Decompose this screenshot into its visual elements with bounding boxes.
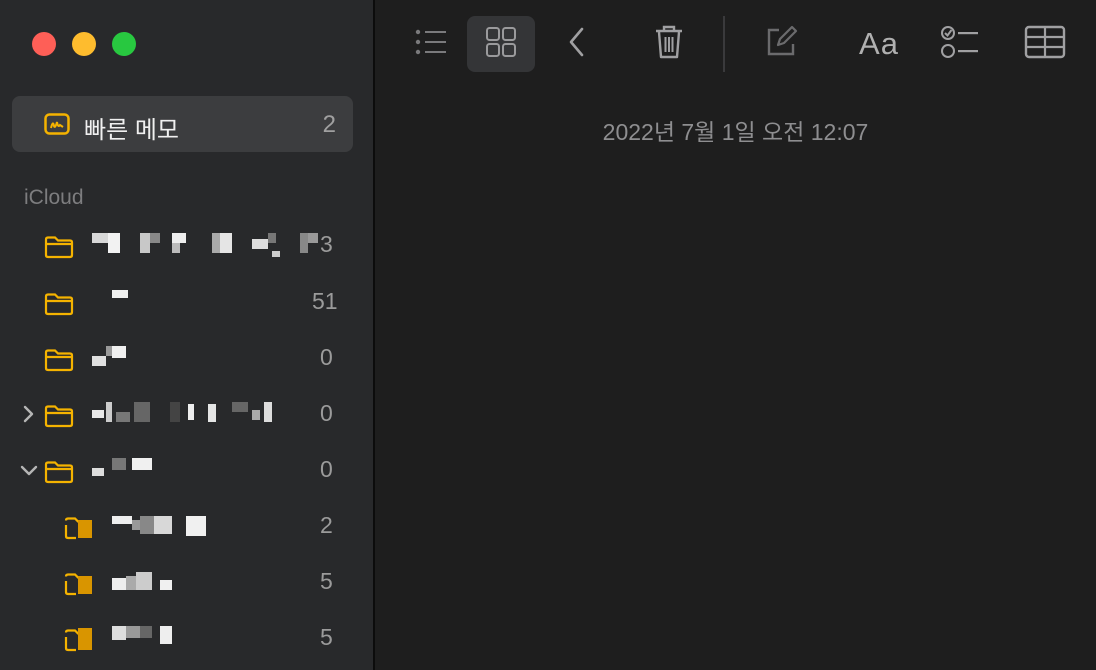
folder-count: 3	[320, 231, 333, 257]
folder-count: 0	[320, 400, 333, 426]
folder-count: 0	[320, 344, 333, 370]
folder-count: 51	[312, 288, 338, 314]
shared-folder-icon	[64, 572, 94, 601]
gallery-view-button[interactable]	[467, 16, 535, 72]
folder-row[interactable]: 0	[0, 450, 373, 490]
folder-row[interactable]: 51	[0, 282, 373, 322]
folder-row[interactable]: 0	[0, 338, 373, 378]
folder-icon	[44, 235, 74, 264]
folder-icon	[44, 404, 74, 433]
checklist-icon	[940, 24, 982, 65]
folder-count: 5	[320, 568, 333, 594]
subfolder-row[interactable]: 5	[0, 618, 373, 658]
folder-name-redacted	[112, 626, 176, 646]
format-button[interactable]: Aa	[851, 16, 907, 72]
checklist-button[interactable]	[937, 16, 985, 72]
compose-icon	[763, 24, 799, 65]
folder-name-redacted	[112, 514, 212, 536]
back-button[interactable]	[555, 16, 599, 72]
minimize-window-button[interactable]	[72, 32, 96, 56]
sidebar-item-quick-notes[interactable]: 빠른 메모 2	[12, 96, 353, 152]
chevron-right-icon[interactable]	[18, 402, 40, 431]
quick-notes-label: 빠른 메모	[84, 117, 179, 144]
shared-folder-icon	[64, 516, 94, 545]
trash-icon	[652, 23, 686, 66]
subfolder-row[interactable]: 2	[0, 506, 373, 546]
toolbar-separator	[723, 16, 725, 72]
folder-count: 2	[320, 512, 333, 538]
gallery-view-icon	[484, 25, 518, 64]
shared-folder-icon	[64, 628, 94, 657]
folder-name-redacted	[112, 290, 132, 310]
chevron-down-icon[interactable]	[18, 458, 40, 487]
folder-name-redacted	[92, 458, 156, 478]
folder-count: 5	[320, 624, 333, 650]
toolbar: Aa	[375, 0, 1096, 86]
list-view-icon	[412, 27, 452, 62]
table-icon	[1024, 25, 1066, 64]
folder-icon	[44, 348, 74, 377]
subfolder-row[interactable]: 5	[0, 562, 373, 602]
list-view-button[interactable]	[405, 16, 459, 72]
folder-name-redacted	[92, 346, 132, 366]
zoom-window-button[interactable]	[112, 32, 136, 56]
close-window-button[interactable]	[32, 32, 56, 56]
back-icon	[565, 25, 589, 64]
folder-count: 0	[320, 456, 333, 482]
folder-row[interactable]: 0	[0, 394, 373, 434]
folder-row[interactable]: 3	[0, 225, 373, 265]
sidebar: 빠른 메모 2 iCloud 3 51 0 0 0 2 5 5	[0, 0, 375, 670]
folder-icon	[44, 292, 74, 321]
table-button[interactable]	[1021, 16, 1069, 72]
note-timestamp: 2022년 7월 1일 오전 12:07	[602, 119, 869, 145]
compose-button[interactable]	[757, 16, 805, 72]
folder-name-redacted	[112, 570, 176, 590]
icloud-section-label: iCloud	[24, 186, 84, 209]
folder-icon	[44, 460, 74, 489]
folder-name-redacted	[92, 402, 282, 422]
quick-notes-count: 2	[322, 111, 336, 138]
quick-note-icon	[44, 113, 70, 140]
format-icon: Aa	[859, 26, 899, 61]
folder-name-redacted	[92, 233, 322, 257]
delete-button[interactable]	[645, 16, 693, 72]
